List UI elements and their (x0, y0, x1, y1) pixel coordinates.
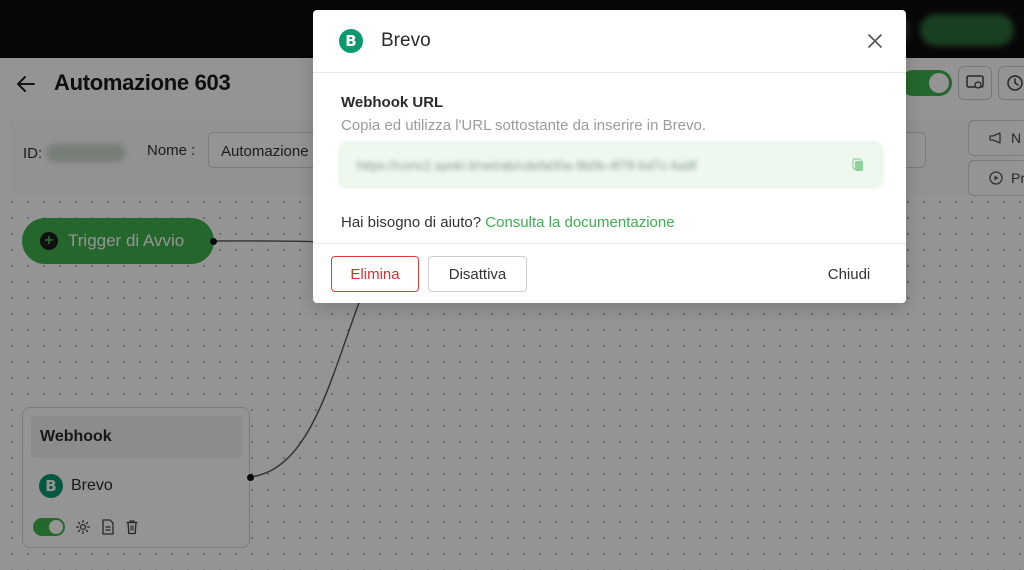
documentation-link[interactable]: Consulta la documentazione (485, 214, 674, 231)
modal-footer: Elimina Disattiva Chiudi (313, 243, 906, 303)
close-button[interactable]: Chiudi (814, 256, 884, 292)
brevo-webhook-modal: B Brevo Webhook URL Copia ed utilizza l'… (313, 10, 906, 303)
modal-title: Brevo (381, 30, 431, 51)
disable-button[interactable]: Disattiva (428, 256, 527, 292)
modal-body: Webhook URL Copia ed utilizza l'URL sott… (341, 94, 881, 231)
help-text: Hai bisogno di aiuto? (341, 214, 482, 231)
modal-header: B Brevo (313, 10, 906, 73)
help-line: Hai bisogno di aiuto? Consulta la docume… (341, 214, 881, 231)
brevo-logo-icon: B (339, 29, 363, 53)
webhook-url-label: Webhook URL (341, 94, 444, 111)
webhook-url-field[interactable]: https://conv2.spoki.it/net/ab/cdefa00a-9… (341, 144, 881, 186)
copy-icon[interactable] (851, 157, 865, 173)
delete-button[interactable]: Elimina (331, 256, 419, 292)
webhook-url-value: https://conv2.spoki.it/net/ab/cdefa00a-9… (357, 157, 697, 173)
close-icon[interactable] (866, 32, 884, 50)
webhook-url-description: Copia ed utilizza l'URL sottostante da i… (341, 117, 706, 134)
